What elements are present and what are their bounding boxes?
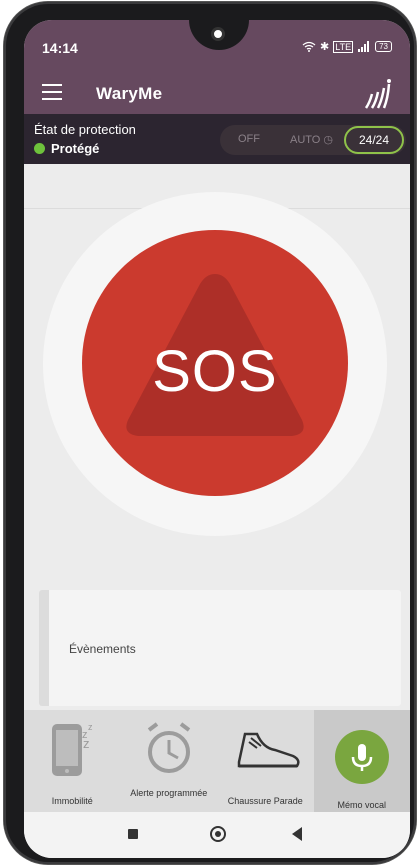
mic-button <box>334 730 389 784</box>
home-icon[interactable] <box>210 826 226 842</box>
shortcut-label: Immobilité <box>51 796 93 806</box>
clock-icon: ◷ <box>323 134 334 146</box>
events-panel[interactable]: Évènements <box>39 590 401 706</box>
wary-signal-logo-icon <box>364 79 391 109</box>
camera-icon <box>211 27 225 41</box>
mode-off[interactable]: OFF <box>238 133 260 145</box>
protection-label: État de protection <box>34 122 136 137</box>
shortcut-bar: z z z Immobilité Alerte programmée Chaus… <box>24 710 410 812</box>
svg-text:z: z <box>83 736 90 751</box>
protection-mode-switch: OFF AUTO ◷ 24/24 <box>220 125 406 155</box>
shortcut-immobilite[interactable]: z z z Immobilité <box>24 710 121 812</box>
status-bar: 14:14 ✱ LTE 73 <box>24 20 410 72</box>
app-bar: WaryMe <box>24 72 410 114</box>
protection-bar: État de protection Protégé OFF AUTO ◷ 24… <box>24 114 410 164</box>
mode-auto-label: AUTO <box>290 134 321 146</box>
shortcut-label: Alerte programmée <box>130 788 208 798</box>
phone-sleep-icon: z z z <box>52 722 93 776</box>
shortcut-alerte-programmee[interactable]: Alerte programmée <box>121 710 218 812</box>
main-content: SOS Évènements <box>24 164 410 710</box>
shortcut-label: Mémo vocal <box>337 800 386 810</box>
status-time: 14:14 <box>42 40 78 56</box>
recent-apps-icon[interactable] <box>128 829 138 839</box>
signal-icon <box>358 41 370 52</box>
mode-auto[interactable]: AUTO ◷ <box>290 133 333 146</box>
sos-label: SOS <box>152 339 278 404</box>
bluetooth-icon: ✱ <box>320 41 330 53</box>
lte-icon: LTE <box>333 40 354 53</box>
alarm-clock-icon <box>147 722 190 773</box>
hamburger-menu-icon[interactable] <box>42 84 62 100</box>
shortcut-label: Chaussure Parade <box>227 796 303 806</box>
app-title: WaryMe <box>96 84 163 103</box>
mode-24-24[interactable]: 24/24 <box>344 126 404 154</box>
wifi-icon <box>302 41 316 52</box>
shoe-icon <box>237 732 300 768</box>
shortcut-chaussure-parade[interactable]: Chaussure Parade <box>217 710 314 812</box>
screen: 14:14 ✱ LTE 73 WaryMe État de protection… <box>24 20 410 858</box>
system-nav-bar <box>24 812 410 858</box>
microphone-icon <box>351 744 372 771</box>
protection-status: Protégé <box>51 141 100 156</box>
phone-frame: 14:14 ✱ LTE 73 WaryMe État de protection… <box>4 2 416 864</box>
svg-text:z: z <box>88 722 93 732</box>
back-icon[interactable] <box>292 827 302 841</box>
status-icons: ✱ LTE 73 <box>302 40 392 53</box>
battery-icon: 73 <box>375 41 392 52</box>
events-title: Évènements <box>69 642 136 656</box>
shortcut-memo-vocal[interactable]: Mémo vocal <box>313 710 410 812</box>
sos-button[interactable]: SOS <box>82 230 348 496</box>
status-dot-icon <box>34 143 45 154</box>
camera-notch <box>189 20 249 50</box>
protection-state: Protégé <box>34 141 99 156</box>
